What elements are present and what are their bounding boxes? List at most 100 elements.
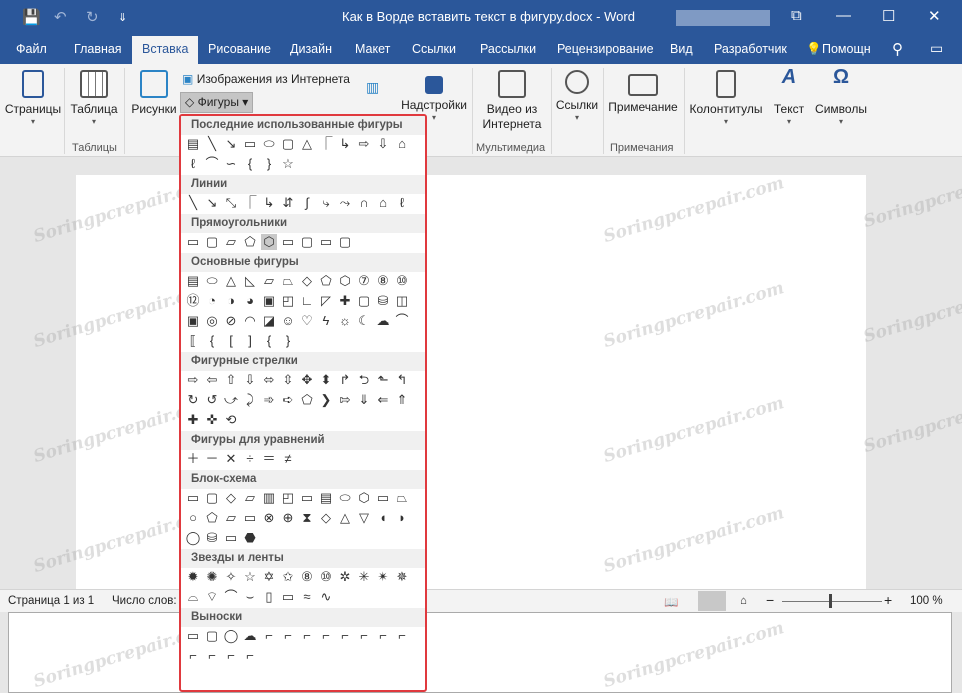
- share-icon[interactable]: ⚲: [892, 40, 903, 58]
- shapes-button[interactable]: ◇ Фигуры ▾: [180, 92, 254, 113]
- shape-extract[interactable]: △: [337, 510, 353, 526]
- pictures-button[interactable]: Рисунки: [128, 70, 180, 117]
- shape-scroll-vertical[interactable]: ▯: [261, 589, 277, 605]
- shape-curved-right[interactable]: ↻: [185, 392, 201, 408]
- shape-divide[interactable]: ÷: [242, 451, 258, 467]
- shape-display[interactable]: ⬣: [242, 530, 258, 546]
- shape-block-arc[interactable]: ◠: [242, 313, 258, 329]
- shape-arrow[interactable]: ↘: [223, 136, 239, 152]
- shape-teardrop[interactable]: ◕: [242, 293, 258, 309]
- shape-line-callout-12[interactable]: ⌐: [242, 648, 258, 664]
- shape-line-callout-4[interactable]: ⌐: [318, 628, 334, 644]
- shape-can[interactable]: ⛁: [375, 293, 391, 309]
- shape-line-callout-7[interactable]: ⌐: [375, 628, 391, 644]
- shape-bevel[interactable]: ▣: [185, 313, 201, 329]
- shape-snip-same[interactable]: ⬠: [242, 234, 258, 250]
- shape-u-turn-arrow[interactable]: ⮌: [356, 372, 372, 388]
- shape-curve[interactable]: ∽: [223, 156, 239, 172]
- shape-curved-double[interactable]: ⤳: [337, 195, 353, 211]
- shape-connector[interactable]: ○: [185, 510, 201, 526]
- shape-curved-up[interactable]: ⤻: [223, 392, 239, 408]
- shape-diag-stripe[interactable]: ◸: [318, 293, 334, 309]
- shape-bent-arrow[interactable]: ↱: [337, 372, 353, 388]
- shape-snip-diag[interactable]: ⬡: [261, 234, 277, 250]
- tab-insert[interactable]: Вставка: [132, 36, 199, 64]
- zoom-out-button[interactable]: −: [766, 592, 774, 608]
- shape-curved-ribbon-up[interactable]: ⌒: [223, 589, 239, 605]
- shape-multidocument[interactable]: ▤: [318, 490, 334, 506]
- shape-curved-arrow[interactable]: ⤷: [318, 195, 334, 211]
- shape-left-right-callout[interactable]: ✚: [185, 412, 201, 428]
- shape-curved-ribbon-down[interactable]: ⌣: [242, 589, 258, 605]
- shape-up-arrow[interactable]: ⇧: [223, 372, 239, 388]
- tab-draw[interactable]: Рисование: [208, 42, 271, 56]
- shape-manual-input[interactable]: ▭: [375, 490, 391, 506]
- shape-curved[interactable]: ∫: [299, 195, 315, 211]
- shape-oval-callout[interactable]: ◯: [223, 628, 239, 644]
- redo-icon[interactable]: ↻: [86, 8, 99, 26]
- shape-right-bracket[interactable]: ]: [242, 333, 258, 349]
- shape-line-callout-3[interactable]: ⌐: [299, 628, 315, 644]
- shape-double-brace[interactable]: {: [204, 333, 220, 349]
- shape-chord[interactable]: ◑: [223, 293, 239, 309]
- minimize-button[interactable]: —: [836, 7, 851, 24]
- shape-brace-left[interactable]: {: [242, 156, 258, 172]
- shape-left-callout-arrow[interactable]: ⇐: [375, 392, 391, 408]
- shape-star-5[interactable]: ☆: [242, 569, 258, 585]
- page-count[interactable]: Страница 1 из 1: [8, 595, 94, 607]
- shape-rounded-callout[interactable]: ▢: [204, 628, 220, 644]
- shape-oval[interactable]: ⬭: [204, 273, 220, 289]
- read-mode-icon[interactable]: 📖: [664, 595, 678, 609]
- shape-scroll-horizontal[interactable]: ▭: [280, 589, 296, 605]
- shape-arc[interactable]: ⌒: [394, 313, 410, 329]
- close-button[interactable]: ✕: [928, 7, 941, 25]
- tab-mailings[interactable]: Рассылки: [480, 42, 536, 56]
- shape-ribbon-down[interactable]: ⌔: [204, 589, 220, 605]
- shape-right-brace[interactable]: }: [280, 333, 296, 349]
- shape-l-shape[interactable]: ∟: [299, 293, 315, 309]
- shape-up-callout-arrow[interactable]: ⇑: [394, 392, 410, 408]
- shape-left-up-arrow[interactable]: ⬑: [375, 372, 391, 388]
- shape-round-diag[interactable]: ▭: [318, 234, 334, 250]
- shape-curve[interactable]: ∩: [356, 195, 372, 211]
- shape-striped-arrow[interactable]: ➾: [261, 392, 277, 408]
- tell-me-box[interactable]: Помощн: [822, 42, 871, 56]
- shape-star[interactable]: ☆: [280, 156, 296, 172]
- shape-elbow[interactable]: ⎾: [242, 195, 258, 211]
- shape-triangle[interactable]: △: [223, 273, 239, 289]
- shape-internal-storage[interactable]: ◰: [280, 490, 296, 506]
- shape-left-right-up-arrow[interactable]: ⬍: [318, 372, 334, 388]
- shape-textbox[interactable]: ▤: [185, 136, 201, 152]
- shape-curved-left[interactable]: ↺: [204, 392, 220, 408]
- word-count[interactable]: Число слов:: [112, 595, 177, 607]
- shape-snip-round[interactable]: ▭: [280, 234, 296, 250]
- shape-no-symbol[interactable]: ⊘: [223, 313, 239, 329]
- tab-references[interactable]: Ссылки: [412, 42, 456, 56]
- document-area[interactable]: [0, 157, 962, 595]
- shape-left-bracket[interactable]: [: [223, 333, 239, 349]
- shape-elbow-arrow[interactable]: ↳: [261, 195, 277, 211]
- account-area[interactable]: [676, 10, 770, 26]
- tab-design[interactable]: Дизайн: [290, 42, 332, 56]
- tab-review[interactable]: Рецензирование: [557, 42, 654, 56]
- shape-line-callout-5[interactable]: ⌐: [337, 628, 353, 644]
- shape-down-callout-arrow[interactable]: ⇓: [356, 392, 372, 408]
- shape-collate[interactable]: ⧗: [299, 510, 315, 526]
- shape-flowchart[interactable]: ⌂: [394, 136, 410, 152]
- shape-chevron[interactable]: ❯: [318, 392, 334, 408]
- shape-folded-corner[interactable]: ◪: [261, 313, 277, 329]
- tab-file[interactable]: Файл: [16, 42, 47, 56]
- shape-line-callout-6[interactable]: ⌐: [356, 628, 372, 644]
- tab-layout[interactable]: Макет: [355, 42, 390, 56]
- shape-triangle[interactable]: △: [299, 136, 315, 152]
- text-button[interactable]: A Текст ▾: [770, 67, 808, 127]
- shape-quad-callout[interactable]: ✜: [204, 412, 220, 428]
- shape-double-arrow[interactable]: ⤡: [223, 195, 239, 211]
- shape-explosion-1[interactable]: ✹: [185, 569, 201, 585]
- shape-lightning[interactable]: ϟ: [318, 313, 334, 329]
- shape-heptagon[interactable]: ⑦: [356, 273, 372, 289]
- shape-trapezoid[interactable]: ⏢: [280, 273, 296, 289]
- shape-pie[interactable]: ◔: [204, 293, 220, 309]
- shape-decision[interactable]: ◇: [223, 490, 239, 506]
- shape-star-16[interactable]: ✳: [356, 569, 372, 585]
